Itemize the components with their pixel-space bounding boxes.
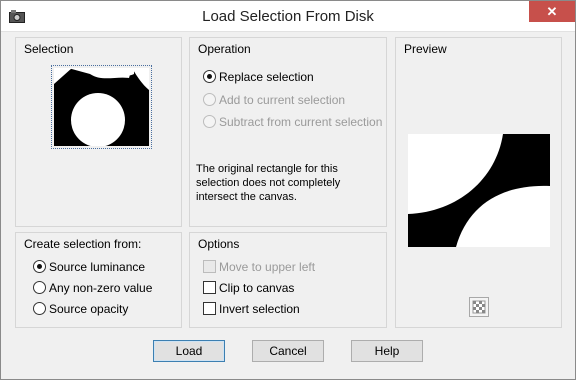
selection-group: Selection [15,37,182,227]
preview-image [408,134,550,247]
radio-subtract-label: Subtract from current selection [219,115,383,129]
selection-group-label: Selection [24,42,74,56]
intersection-warning-text: The original rectangle for this selectio… [196,163,341,203]
operation-group-label: Operation [198,42,251,56]
clip-to-canvas-label: Clip to canvas [219,281,295,295]
preview-group: Preview [395,37,562,328]
invert-selection-label: Invert selection [219,302,300,316]
create-from-group: Create selection from: Source luminance … [15,232,182,328]
checkbox-move-upper-left[interactable]: Move to upper left [203,259,383,275]
close-button[interactable]: ✕ [529,1,575,22]
options-group-label: Options [198,237,240,251]
load-button[interactable]: Load [153,340,225,362]
checkbox-clip-to-canvas[interactable]: Clip to canvas [203,280,383,296]
checkerboard-icon [472,300,486,314]
selection-thumbnail[interactable] [51,65,152,149]
move-upper-left-label: Move to upper left [219,260,316,274]
radio-subtract-from-selection[interactable]: Subtract from current selection [203,114,383,130]
radio-replace-selection[interactable]: Replace selection [203,69,383,85]
operation-group: Operation Replace selection Add to curre… [189,37,387,227]
radio-button[interactable] [33,260,46,273]
radio-nonzero-label: Any non-zero value [49,281,153,295]
create-from-group-label: Create selection from: [24,237,142,251]
radio-luminance-label: Source luminance [49,260,146,274]
radio-opacity-label: Source opacity [49,302,129,316]
cancel-button[interactable]: Cancel [252,340,324,362]
radio-button[interactable] [33,302,46,315]
radio-replace-label: Replace selection [219,70,314,84]
dialog-window: Load Selection From Disk ✕ Selection Ope… [0,0,576,380]
title-bar: Load Selection From Disk ✕ [1,1,575,32]
selection-thumbnail-image [54,68,149,147]
checkbox[interactable] [203,281,216,294]
checkbox[interactable] [203,260,216,273]
help-button[interactable]: Help [351,340,423,362]
checkbox-invert-selection[interactable]: Invert selection [203,301,383,317]
radio-button[interactable] [33,281,46,294]
preview-group-label: Preview [404,42,447,56]
radio-add-to-selection[interactable]: Add to current selection [203,92,383,108]
options-group: Options Move to upper left Clip to canva… [189,232,387,328]
preview-toggle-button[interactable] [469,297,489,317]
radio-button[interactable] [203,93,216,106]
radio-button[interactable] [203,115,216,128]
radio-button[interactable] [203,70,216,83]
checkbox[interactable] [203,302,216,315]
close-icon: ✕ [546,4,558,19]
radio-add-label: Add to current selection [219,93,346,107]
radio-source-luminance[interactable]: Source luminance [33,259,178,275]
window-title: Load Selection From Disk [202,8,374,25]
radio-source-opacity[interactable]: Source opacity [33,301,178,317]
radio-any-nonzero[interactable]: Any non-zero value [33,280,178,296]
